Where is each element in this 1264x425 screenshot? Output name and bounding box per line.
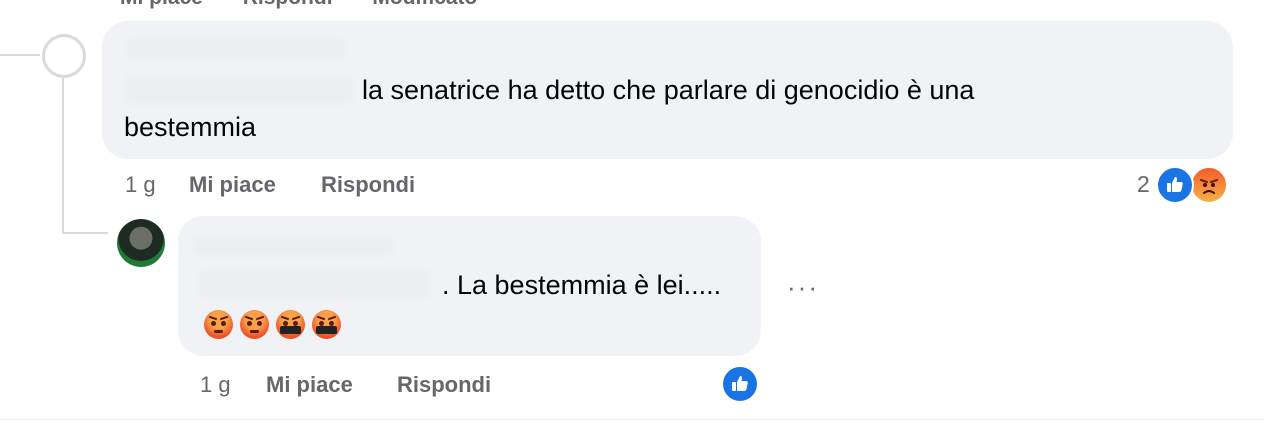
comment-timestamp[interactable]: 1 g — [200, 372, 231, 398]
thread-line — [62, 76, 64, 234]
cursing-face-icon — [276, 310, 305, 339]
cursing-face-icon — [312, 310, 341, 339]
angry-icon[interactable] — [1190, 166, 1228, 204]
reply-button[interactable]: Rispondi — [321, 172, 415, 198]
previous-like-button[interactable]: Mi piace — [120, 0, 203, 9]
edited-label: Modificato — [372, 0, 477, 9]
like-button[interactable]: Mi piace — [266, 372, 353, 398]
angry-face-icon — [240, 310, 269, 339]
like-button[interactable]: Mi piace — [189, 172, 276, 198]
redacted-author-name — [193, 236, 393, 256]
comment-timestamp[interactable]: 1 g — [125, 172, 156, 198]
thread-branch — [62, 232, 108, 234]
avatar[interactable] — [117, 219, 165, 267]
previous-reply-button[interactable]: Rispondi — [243, 0, 333, 9]
redacted-mention — [125, 76, 353, 104]
avatar[interactable] — [42, 34, 86, 78]
like-icon[interactable] — [1156, 166, 1194, 204]
like-icon[interactable] — [721, 365, 759, 403]
thread-connector — [0, 54, 40, 56]
previous-comment-actions: Mi piace Rispondi Modificato — [120, 0, 511, 9]
angry-face-icon — [204, 310, 233, 339]
reaction-count[interactable]: 2 — [1137, 171, 1150, 198]
reply-button[interactable]: Rispondi — [397, 372, 491, 398]
divider — [0, 419, 1264, 420]
redacted-mention — [199, 270, 431, 298]
comment-text-continued: bestemmia — [124, 112, 257, 142]
more-options-button[interactable]: ··· — [787, 272, 819, 303]
redacted-author-name — [127, 38, 345, 60]
comment-text: . La bestemmia è lei..... — [442, 270, 722, 300]
comment-text: la senatrice ha detto che parlare di gen… — [362, 75, 975, 105]
